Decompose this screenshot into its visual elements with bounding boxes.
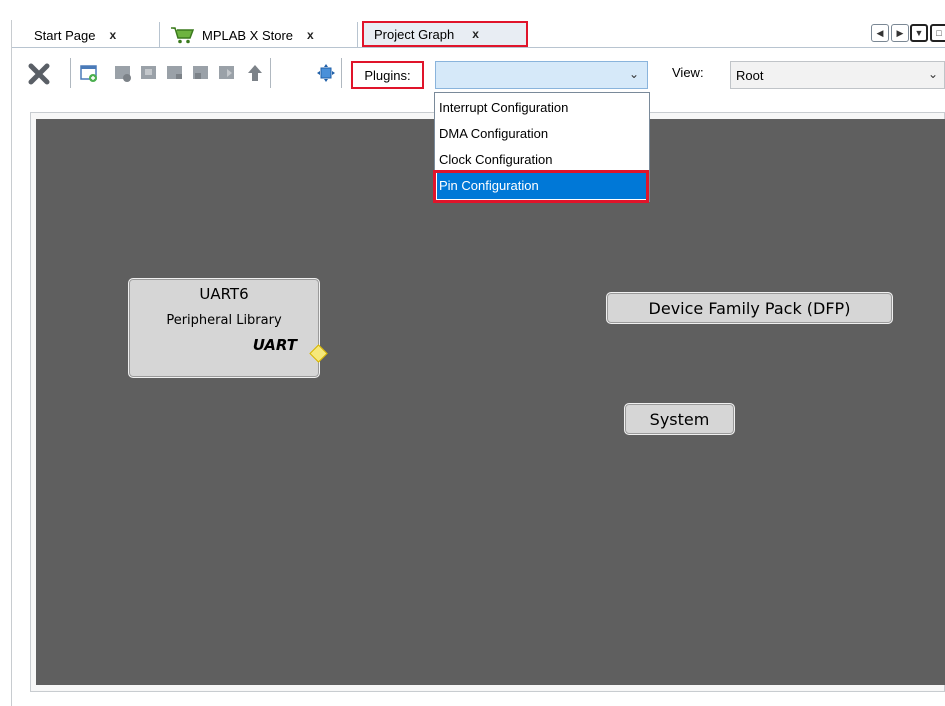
tab-label: MPLAB X Store bbox=[202, 27, 294, 43]
chevron-down-icon: ⌄ bbox=[927, 67, 938, 81]
graph-node-uart6[interactable]: UART6 Peripheral Library UART bbox=[128, 278, 320, 378]
maximize-window-icon[interactable]: □ bbox=[930, 24, 945, 42]
tab-start-page[interactable]: Start Page x bbox=[28, 22, 160, 48]
close-tab-icon[interactable]: x bbox=[472, 27, 479, 41]
tab-navigation: ◀ ▶ bbox=[871, 24, 909, 42]
graph-node-dfp[interactable]: Device Family Pack (DFP) bbox=[606, 292, 893, 324]
tab-mplab-x-store[interactable]: MPLAB X Store x bbox=[162, 22, 358, 48]
node-subtitle: Peripheral Library bbox=[166, 313, 282, 328]
fit-to-screen-icon[interactable] bbox=[316, 63, 336, 83]
node-interface-label: UART bbox=[252, 336, 297, 354]
project-graph-canvas[interactable] bbox=[36, 119, 945, 685]
show-opened-documents-icon[interactable]: ▼ bbox=[910, 24, 928, 42]
toolbar-separator bbox=[341, 58, 342, 88]
tab-label: Project Graph bbox=[374, 26, 455, 42]
view-selected-value: Root bbox=[736, 67, 764, 83]
panel-left-border bbox=[11, 20, 12, 706]
dropdown-option-interrupt-configuration[interactable]: Interrupt Configuration bbox=[437, 95, 647, 121]
scroll-tabs-right-icon[interactable]: ▶ bbox=[891, 24, 909, 42]
graph-node-system[interactable]: System bbox=[624, 403, 735, 435]
chevron-down-icon: ⌄ bbox=[628, 67, 639, 81]
view-label: View: bbox=[672, 65, 704, 80]
node-title: System bbox=[649, 409, 710, 429]
ungroup-icon[interactable] bbox=[192, 64, 210, 82]
tab-project-graph[interactable]: Project Graph x bbox=[362, 21, 528, 47]
cart-icon bbox=[171, 27, 194, 44]
node-title: UART6 bbox=[199, 285, 249, 303]
dropdown-option-dma-configuration[interactable]: DMA Configuration bbox=[437, 121, 647, 147]
go-up-icon[interactable] bbox=[246, 64, 264, 82]
delete-icon[interactable] bbox=[28, 63, 50, 85]
add-component-icon[interactable] bbox=[80, 64, 98, 82]
close-tab-icon[interactable]: x bbox=[109, 28, 116, 42]
toolbar-separator bbox=[270, 58, 271, 88]
annotation-highlight-box bbox=[433, 170, 649, 203]
close-tab-icon[interactable]: x bbox=[307, 28, 314, 42]
remove-component-icon[interactable] bbox=[114, 64, 132, 82]
plugins-select[interactable]: ⌄ bbox=[435, 61, 648, 89]
tab-label: Start Page bbox=[34, 27, 96, 43]
arrange-icon[interactable] bbox=[218, 64, 236, 82]
plugins-label: Plugins: bbox=[351, 61, 424, 89]
editor-tab-strip: Start Page x MPLAB X Store x Project Gra… bbox=[0, 0, 945, 50]
window-controls: ▼ □ bbox=[910, 24, 945, 42]
toolbar-separator bbox=[70, 58, 71, 88]
view-select[interactable]: Root ⌄ bbox=[730, 61, 945, 89]
scroll-tabs-left-icon[interactable]: ◀ bbox=[871, 24, 889, 42]
node-title: Device Family Pack (DFP) bbox=[648, 298, 851, 318]
export-icon[interactable] bbox=[140, 64, 158, 82]
group-icon[interactable] bbox=[166, 64, 184, 82]
